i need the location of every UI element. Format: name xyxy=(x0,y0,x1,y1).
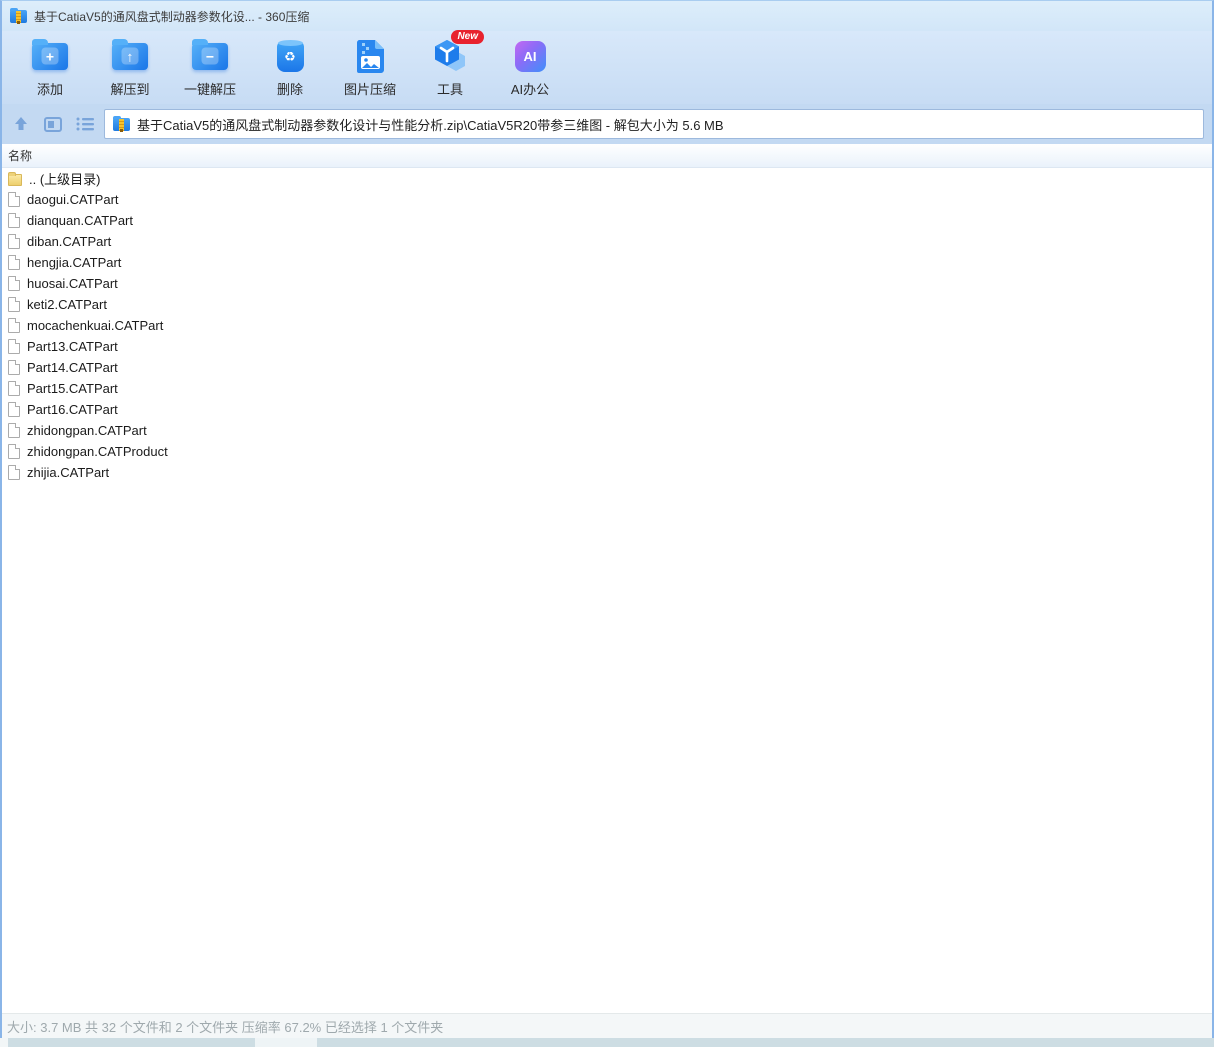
extract-to-icon: ↑ xyxy=(110,37,150,75)
ai-office-button[interactable]: AI AI办公 xyxy=(490,31,570,101)
list-item[interactable]: daogui.CATPart xyxy=(2,189,1212,210)
up-icon[interactable] xyxy=(8,111,34,137)
list-item[interactable]: dianquan.CATPart xyxy=(2,210,1212,231)
one-click-extract-icon: − xyxy=(190,37,230,75)
parent-directory-label: .. (上级目录) xyxy=(29,172,101,187)
list-item[interactable]: keti2.CATPart xyxy=(2,294,1212,315)
file-name: Part14.CATPart xyxy=(27,360,118,375)
file-name: keti2.CATPart xyxy=(27,297,107,312)
image-compress-button[interactable]: 图片压缩 xyxy=(330,31,410,101)
tools-cube-icon: New xyxy=(430,30,484,75)
file-icon xyxy=(8,444,20,459)
name-column-header[interactable]: 名称 xyxy=(8,147,32,164)
archive-path-icon xyxy=(113,116,130,132)
file-name: huosai.CATPart xyxy=(27,276,118,291)
file-name: mocachenkuai.CATPart xyxy=(27,318,164,333)
ai-office-icon: AI xyxy=(510,37,550,75)
file-icon xyxy=(8,213,20,228)
add-archive-icon: + xyxy=(30,37,70,75)
file-icon xyxy=(8,276,20,291)
file-name: dianquan.CATPart xyxy=(27,213,133,228)
file-name: zhidongpan.CATProduct xyxy=(27,444,168,459)
list-item[interactable]: zhidongpan.CATPart xyxy=(2,420,1212,441)
panel-view-icon[interactable] xyxy=(40,111,66,137)
parent-directory-row[interactable]: .. (上级目录) xyxy=(2,168,1212,189)
file-icon xyxy=(8,318,20,333)
file-icon xyxy=(8,402,20,417)
list-item[interactable]: diban.CATPart xyxy=(2,231,1212,252)
address-bar: 基于CatiaV5的通风盘式制动器参数化设计与性能分析.zip\CatiaV5R… xyxy=(2,104,1212,144)
file-icon xyxy=(8,381,20,396)
file-name: Part15.CATPart xyxy=(27,381,118,396)
file-name: zhidongpan.CATPart xyxy=(27,423,147,438)
window-title: 基于CatiaV5的通风盘式制动器参数化设... - 360压缩 xyxy=(34,9,310,24)
list-item[interactable]: zhidongpan.CATProduct xyxy=(2,441,1212,462)
file-name: daogui.CATPart xyxy=(27,192,119,207)
file-name: Part16.CATPart xyxy=(27,402,118,417)
column-header-row[interactable]: 名称 xyxy=(2,144,1212,168)
file-icon xyxy=(8,360,20,375)
add-button-label: 添加 xyxy=(36,82,63,97)
one-click-extract-button-label: 一键解压 xyxy=(183,82,236,97)
horizontal-scrollbar[interactable] xyxy=(0,1038,1214,1047)
file-icon xyxy=(8,465,20,480)
file-icon xyxy=(8,192,20,207)
list-item[interactable]: Part15.CATPart xyxy=(2,378,1212,399)
scrollbar-edge xyxy=(0,1038,8,1047)
tools-button-label: 工具 xyxy=(436,82,463,97)
one-click-extract-button[interactable]: − 一键解压 xyxy=(170,31,250,101)
delete-button-label: 删除 xyxy=(276,82,303,97)
extract-to-button-label: 解压到 xyxy=(110,82,150,97)
list-item[interactable]: Part14.CATPart xyxy=(2,357,1212,378)
list-item[interactable]: zhijia.CATPart xyxy=(2,462,1212,483)
archive-path-text: 基于CatiaV5的通风盘式制动器参数化设计与性能分析.zip\CatiaV5R… xyxy=(137,117,724,133)
list-item[interactable]: Part13.CATPart xyxy=(2,336,1212,357)
file-name: diban.CATPart xyxy=(27,234,112,249)
list-item[interactable]: mocachenkuai.CATPart xyxy=(2,315,1212,336)
image-compress-button-label: 图片压缩 xyxy=(343,82,396,97)
add-button[interactable]: + 添加 xyxy=(10,31,90,101)
file-icon xyxy=(8,255,20,270)
list-item[interactable]: Part16.CATPart xyxy=(2,399,1212,420)
image-compress-icon xyxy=(350,37,390,75)
scrollbar-thumb[interactable] xyxy=(255,1038,317,1047)
ai-office-button-label: AI办公 xyxy=(510,82,550,97)
file-icon xyxy=(8,234,20,249)
new-badge: New xyxy=(451,30,484,44)
tools-button[interactable]: New 工具 xyxy=(410,30,490,101)
folder-icon xyxy=(8,171,22,186)
delete-button[interactable]: ♻ 删除 xyxy=(250,31,330,101)
toolbar: + 添加 ↑ 解压到 − 一键解压 ♻ 删除 图片压缩 New 工具 AI AI… xyxy=(2,30,1212,104)
file-name: zhijia.CATPart xyxy=(27,465,110,480)
app-zip-icon xyxy=(10,8,27,24)
address-field[interactable]: 基于CatiaV5的通风盘式制动器参数化设计与性能分析.zip\CatiaV5R… xyxy=(104,109,1204,139)
file-name: hengjia.CATPart xyxy=(27,255,122,270)
file-icon xyxy=(8,423,20,438)
file-icon xyxy=(8,297,20,312)
file-name: Part13.CATPart xyxy=(27,339,118,354)
list-view-icon[interactable] xyxy=(72,111,98,137)
file-icon xyxy=(8,339,20,354)
delete-icon: ♻ xyxy=(270,37,310,75)
extract-to-button[interactable]: ↑ 解压到 xyxy=(90,31,170,101)
app-window: 基于CatiaV5的通风盘式制动器参数化设... - 360压缩 + 添加 ↑ … xyxy=(0,0,1214,1047)
status-text: 大小: 3.7 MB 共 32 个文件和 2 个文件夹 压缩率 67.2% 已经… xyxy=(7,1019,444,1035)
file-list: .. (上级目录) daogui.CATPart dianquan.CATPar… xyxy=(2,168,1212,483)
status-bar: 大小: 3.7 MB 共 32 个文件和 2 个文件夹 压缩率 67.2% 已经… xyxy=(2,1013,1212,1038)
list-item[interactable]: hengjia.CATPart xyxy=(2,252,1212,273)
list-item[interactable]: huosai.CATPart xyxy=(2,273,1212,294)
title-bar: 基于CatiaV5的通风盘式制动器参数化设... - 360压缩 xyxy=(2,1,1212,31)
